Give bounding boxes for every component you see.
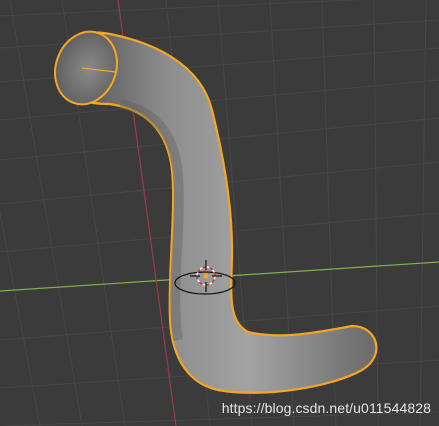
3d-viewport[interactable]: https://blog.csdn.net/u011544828	[0, 0, 439, 426]
viewport-canvas[interactable]	[0, 0, 439, 426]
tube-mesh[interactable]	[45, 23, 378, 394]
watermark-text: https://blog.csdn.net/u011544828	[221, 400, 431, 416]
